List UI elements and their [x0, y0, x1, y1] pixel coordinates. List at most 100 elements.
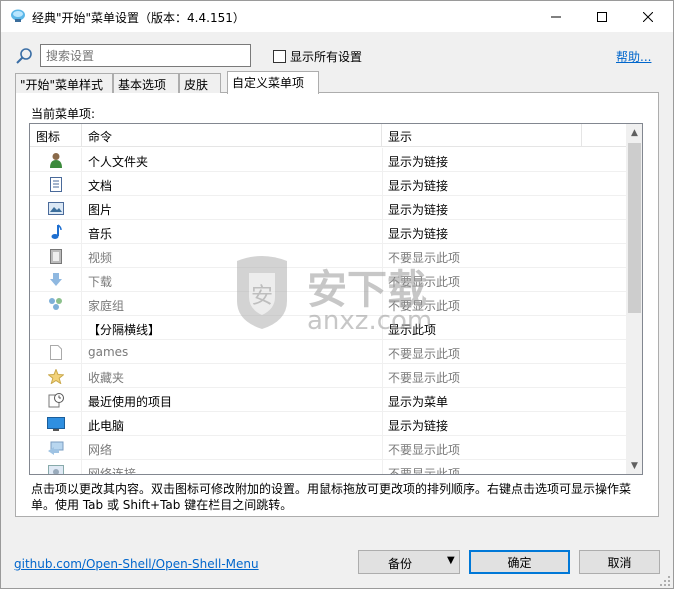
- row-display[interactable]: 不要显示此项: [388, 249, 460, 266]
- help-hint-text: 点击项以更改其内容。双击图标可修改附加的设置。用鼠标拖放可更改项的排列顺序。右键…: [31, 482, 632, 512]
- backup-label: 备份: [387, 557, 412, 571]
- list-row[interactable]: 图片 显示为链接: [30, 196, 626, 220]
- row-command[interactable]: 个人文件夹: [88, 153, 148, 170]
- search-input[interactable]: [40, 44, 251, 67]
- list-row[interactable]: 网络连接 不要显示此项: [30, 460, 626, 474]
- column-divider: [382, 460, 383, 474]
- row-command[interactable]: 此电脑: [88, 417, 124, 434]
- row-command[interactable]: 视频: [88, 249, 112, 266]
- column-header-icon[interactable]: 图标: [30, 124, 82, 147]
- title-bar[interactable]: 经典"开始"菜单设置（版本：4.4.151）: [1, 1, 673, 32]
- list-row[interactable]: 家庭组 不要显示此项: [30, 292, 626, 316]
- row-command[interactable]: 图片: [88, 201, 112, 218]
- row-display[interactable]: 不要显示此项: [388, 441, 460, 458]
- network-connections-icon[interactable]: [30, 460, 82, 474]
- row-display[interactable]: 显示为链接: [388, 417, 448, 434]
- current-items-label: 当前菜单项:: [31, 107, 96, 121]
- list-row[interactable]: 视频 不要显示此项: [30, 244, 626, 268]
- close-icon: [643, 11, 653, 22]
- video-icon[interactable]: [30, 244, 82, 268]
- column-divider: [382, 388, 383, 412]
- column-divider: [382, 412, 383, 436]
- column-divider: [382, 316, 383, 340]
- tab-customize-menu[interactable]: 自定义菜单项: [227, 71, 319, 94]
- row-display[interactable]: 不要显示此项: [388, 345, 460, 362]
- row-display[interactable]: 显示为链接: [388, 201, 448, 218]
- list-row[interactable]: 收藏夹 不要显示此项: [30, 364, 626, 388]
- list-row[interactable]: 此电脑 显示为链接: [30, 412, 626, 436]
- list-body: 个人文件夹 显示为链接 文档 显示为链接 图片 显示为链接 音乐 显示为链接 视…: [30, 148, 626, 474]
- download-arrow-icon[interactable]: [30, 268, 82, 292]
- column-divider: [382, 244, 383, 268]
- list-header: 图标 命令 显示: [30, 124, 626, 147]
- row-command[interactable]: 家庭组: [88, 297, 124, 314]
- list-row[interactable]: 最近使用的项目 显示为菜单: [30, 388, 626, 412]
- dropdown-arrow-icon[interactable]: ▼: [447, 555, 455, 566]
- show-all-settings-checkbox[interactable]: 显示所有设置: [273, 48, 362, 65]
- list-row[interactable]: 【分隔横线】 显示此项: [30, 316, 626, 340]
- blank-page-icon[interactable]: [30, 340, 82, 364]
- checkbox-box[interactable]: [273, 50, 286, 63]
- row-display[interactable]: 显示为链接: [388, 153, 448, 170]
- row-command[interactable]: 【分隔横线】: [88, 321, 160, 338]
- tab-basic-options[interactable]: 基本选项: [113, 73, 179, 93]
- row-display[interactable]: 显示为链接: [388, 177, 448, 194]
- column-header-display[interactable]: 显示: [382, 124, 582, 147]
- tab-start-menu-style[interactable]: "开始"菜单样式: [15, 73, 113, 93]
- scroll-thumb[interactable]: [628, 143, 641, 313]
- row-command[interactable]: 网络: [88, 441, 112, 458]
- row-command[interactable]: 下载: [88, 273, 112, 290]
- star-icon[interactable]: [30, 364, 82, 388]
- resize-grip-icon[interactable]: [659, 575, 671, 587]
- maximize-button[interactable]: [579, 1, 625, 32]
- row-display[interactable]: 显示此项: [388, 321, 436, 338]
- row-display[interactable]: 不要显示此项: [388, 369, 460, 386]
- column-divider: [382, 148, 383, 172]
- tab-skin[interactable]: 皮肤: [179, 73, 221, 93]
- computer-icon[interactable]: [30, 412, 82, 436]
- row-command[interactable]: 收藏夹: [88, 369, 124, 386]
- music-note-icon[interactable]: [30, 220, 82, 244]
- menu-items-list[interactable]: 图标 命令 显示 个人文件夹 显示为链接 文档 显示为链接 图片 显示为链接 音…: [29, 123, 643, 475]
- list-row[interactable]: games 不要显示此项: [30, 340, 626, 364]
- list-row[interactable]: 下载 不要显示此项: [30, 268, 626, 292]
- user-folder-icon[interactable]: [30, 148, 82, 172]
- minimize-button[interactable]: [533, 1, 579, 32]
- row-display[interactable]: 不要显示此项: [388, 465, 460, 474]
- maximize-icon: [597, 11, 607, 22]
- list-row[interactable]: 文档 显示为链接: [30, 172, 626, 196]
- network-icon[interactable]: [30, 436, 82, 460]
- row-display[interactable]: 显示为菜单: [388, 393, 448, 410]
- column-header-command[interactable]: 命令: [82, 124, 382, 147]
- homegroup-icon[interactable]: [30, 292, 82, 316]
- row-command[interactable]: 网络连接: [88, 465, 136, 474]
- vertical-scrollbar[interactable]: ▲ ▼: [626, 124, 642, 474]
- backup-button[interactable]: 备份 ▼: [358, 550, 460, 574]
- row-display[interactable]: 不要显示此项: [388, 297, 460, 314]
- picture-icon[interactable]: [30, 196, 82, 220]
- ok-button[interactable]: 确定: [469, 550, 570, 574]
- column-divider: [382, 436, 383, 460]
- recent-items-icon[interactable]: [30, 388, 82, 412]
- list-row[interactable]: 网络 不要显示此项: [30, 436, 626, 460]
- scroll-down-arrow-icon[interactable]: ▼: [626, 457, 642, 474]
- list-row[interactable]: 音乐 显示为链接: [30, 220, 626, 244]
- settings-window: 经典"开始"菜单设置（版本：4.4.151） 显示所有设置 帮助... "开始"…: [0, 0, 674, 589]
- scroll-up-arrow-icon[interactable]: ▲: [626, 124, 642, 141]
- row-command[interactable]: games: [88, 345, 128, 359]
- close-button[interactable]: [625, 1, 671, 32]
- document-icon[interactable]: [30, 172, 82, 196]
- row-display[interactable]: 显示为链接: [388, 225, 448, 242]
- row-display[interactable]: 不要显示此项: [388, 273, 460, 290]
- row-command[interactable]: 最近使用的项目: [88, 393, 172, 410]
- list-row[interactable]: 个人文件夹 显示为链接: [30, 148, 626, 172]
- cancel-button[interactable]: 取消: [579, 550, 660, 574]
- separator-icon-cell[interactable]: [30, 316, 82, 340]
- row-command[interactable]: 音乐: [88, 225, 112, 242]
- app-shell-icon: [11, 9, 25, 22]
- column-divider: [382, 268, 383, 292]
- column-divider: [382, 364, 383, 388]
- help-link[interactable]: 帮助...: [616, 48, 651, 65]
- github-link[interactable]: github.com/Open-Shell/Open-Shell-Menu: [14, 557, 259, 571]
- row-command[interactable]: 文档: [88, 177, 112, 194]
